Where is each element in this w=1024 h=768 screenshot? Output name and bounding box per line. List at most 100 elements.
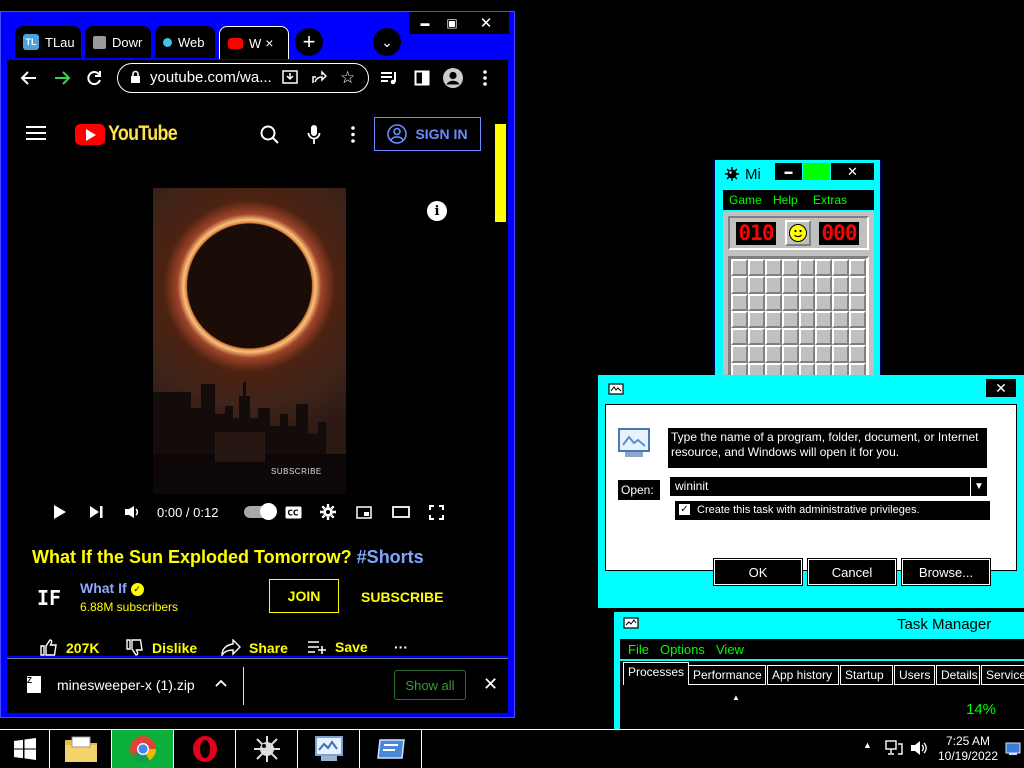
- volume-icon[interactable]: [124, 503, 140, 521]
- mine-cell[interactable]: [815, 345, 833, 363]
- tab-app-history[interactable]: App history: [767, 665, 839, 685]
- dislike-button[interactable]: Dislike: [126, 639, 197, 656]
- more-options-icon[interactable]: [351, 126, 355, 148]
- video-player[interactable]: [153, 188, 346, 494]
- back-arrow-icon[interactable]: [17, 66, 41, 90]
- tab-performance[interactable]: Performance: [688, 665, 766, 685]
- play-icon[interactable]: [53, 503, 67, 521]
- mine-cell[interactable]: [747, 293, 765, 311]
- mine-cell[interactable]: [815, 276, 833, 294]
- side-panel-icon[interactable]: [410, 66, 434, 90]
- like-button[interactable]: 207K: [40, 639, 99, 656]
- mine-cell[interactable]: [815, 259, 833, 277]
- save-button[interactable]: Save: [307, 639, 368, 655]
- sort-arrow-icon[interactable]: ▲: [732, 693, 740, 702]
- start-button[interactable]: [0, 730, 50, 768]
- media-playlist-icon[interactable]: [377, 66, 401, 90]
- mine-cell[interactable]: [798, 328, 816, 346]
- mine-cell[interactable]: [815, 328, 833, 346]
- microphone-icon[interactable]: [307, 124, 321, 150]
- tab-close-icon[interactable]: ×: [265, 35, 273, 51]
- show-desktop-icon[interactable]: [1005, 742, 1021, 759]
- mine-cell[interactable]: [832, 328, 850, 346]
- mine-cell[interactable]: [781, 293, 799, 311]
- checkbox-checked-icon[interactable]: ✓: [679, 504, 690, 515]
- mine-minimize-button[interactable]: ▬: [775, 163, 802, 180]
- mine-cell[interactable]: [781, 310, 799, 328]
- sign-in-button[interactable]: SIGN IN: [374, 117, 481, 151]
- channel-name-link[interactable]: What If ✓: [80, 580, 144, 596]
- scrollbar-thumb[interactable]: [495, 124, 506, 222]
- miniplayer-icon[interactable]: [356, 503, 372, 521]
- mine-cell[interactable]: [747, 310, 765, 328]
- shorts-hashtag-link[interactable]: #Shorts: [357, 547, 424, 567]
- channel-avatar[interactable]: IF: [35, 584, 63, 612]
- mine-cell[interactable]: [781, 259, 799, 277]
- mine-cell[interactable]: [798, 293, 816, 311]
- theater-mode-icon[interactable]: [392, 503, 410, 521]
- mine-cell[interactable]: [764, 328, 782, 346]
- admin-privileges-checkbox[interactable]: ✓ Create this task with administrative p…: [675, 501, 990, 520]
- mine-cell[interactable]: [849, 259, 866, 277]
- smiley-reset-button[interactable]: [785, 220, 811, 246]
- open-input[interactable]: wininit ▼: [669, 476, 988, 497]
- mine-cell[interactable]: [764, 345, 782, 363]
- taskbar-task-manager[interactable]: [298, 730, 360, 768]
- mine-maximize-button[interactable]: [803, 163, 830, 180]
- youtube-logo[interactable]: YouTube: [75, 122, 189, 146]
- taskbar-run[interactable]: [360, 730, 422, 768]
- join-button[interactable]: JOIN: [269, 579, 339, 613]
- mine-cell[interactable]: [731, 276, 748, 294]
- mine-cell[interactable]: [849, 276, 866, 294]
- mine-cell[interactable]: [764, 276, 782, 294]
- menu-options[interactable]: Options: [660, 642, 705, 657]
- tab-processes[interactable]: Processes: [623, 662, 689, 685]
- network-icon[interactable]: [885, 740, 903, 759]
- tab-tlauncher[interactable]: TL TLau: [15, 26, 81, 58]
- tab-services[interactable]: Services: [981, 665, 1024, 685]
- tab-users[interactable]: Users: [894, 665, 935, 685]
- mine-cell[interactable]: [849, 328, 866, 346]
- autoplay-toggle[interactable]: [244, 503, 277, 520]
- mine-cell[interactable]: [832, 345, 850, 363]
- cancel-button[interactable]: Cancel: [807, 558, 897, 586]
- tab-web[interactable]: Web: [155, 26, 215, 58]
- mine-cell[interactable]: [832, 259, 850, 277]
- chevron-up-icon[interactable]: [215, 674, 227, 692]
- address-bar[interactable]: youtube.com/wa... ☆: [117, 63, 369, 93]
- mine-cell[interactable]: [764, 310, 782, 328]
- mine-cell[interactable]: [764, 259, 782, 277]
- tray-overflow-chevron-icon[interactable]: ▲: [863, 740, 872, 750]
- mine-cell[interactable]: [849, 293, 866, 311]
- close-download-bar-icon[interactable]: ✕: [483, 674, 498, 695]
- mine-cell[interactable]: [747, 328, 765, 346]
- chrome-menu-icon[interactable]: [473, 66, 497, 90]
- profile-avatar-icon[interactable]: [441, 66, 465, 90]
- mine-cell[interactable]: [832, 293, 850, 311]
- tab-startup[interactable]: Startup: [840, 665, 893, 685]
- chevron-down-icon[interactable]: ▼: [970, 477, 987, 496]
- subscribe-button[interactable]: SUBSCRIBE: [361, 589, 443, 605]
- menu-file[interactable]: File: [628, 642, 649, 657]
- menu-view[interactable]: View: [716, 642, 744, 657]
- mine-cell[interactable]: [747, 276, 765, 294]
- close-button[interactable]: ✕: [463, 12, 509, 34]
- bookmark-star-icon[interactable]: ☆: [340, 68, 355, 88]
- mine-cell[interactable]: [731, 293, 748, 311]
- fullscreen-icon[interactable]: [429, 503, 444, 521]
- menu-game[interactable]: Game: [729, 193, 762, 207]
- mine-cell[interactable]: [798, 276, 816, 294]
- mine-cell[interactable]: [798, 345, 816, 363]
- captions-icon[interactable]: CC: [285, 503, 302, 521]
- mine-cell[interactable]: [781, 328, 799, 346]
- share-button[interactable]: Share: [221, 639, 288, 656]
- taskbar-file-explorer[interactable]: [50, 730, 112, 768]
- menu-extras[interactable]: Extras: [813, 193, 847, 207]
- mine-cell[interactable]: [731, 345, 748, 363]
- mine-cell[interactable]: [764, 293, 782, 311]
- share-icon[interactable]: [311, 69, 328, 90]
- mine-cell[interactable]: [747, 345, 765, 363]
- more-actions-button[interactable]: ···: [394, 639, 408, 655]
- mine-cell[interactable]: [781, 345, 799, 363]
- clock[interactable]: 7:25 AM 10/19/2022: [930, 734, 1006, 764]
